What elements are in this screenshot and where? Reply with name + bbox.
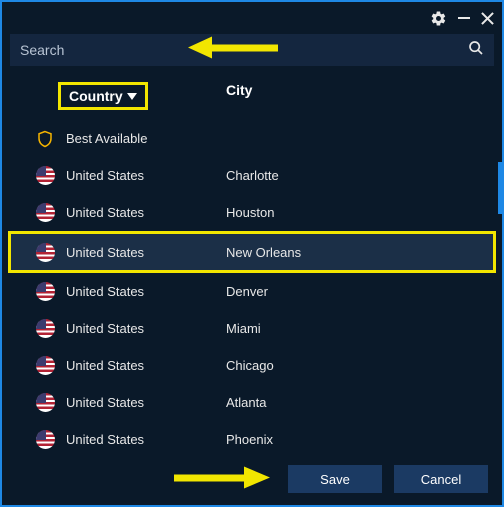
row-city-label: Chicago: [226, 358, 494, 373]
scrollbar-thumb[interactable]: [498, 162, 502, 214]
row-city-label: Atlanta: [226, 395, 494, 410]
row-city-label: Denver: [226, 284, 494, 299]
flag-icon: [2, 430, 66, 449]
server-row[interactable]: United StatesChicago: [2, 347, 502, 384]
flag-icon: [11, 243, 66, 262]
annotation-country-highlight: Country: [58, 82, 148, 110]
row-city-label: Charlotte: [226, 168, 494, 183]
column-headers: Country City: [2, 66, 502, 120]
country-header-label: Country: [69, 88, 123, 104]
server-list: Best AvailableUnited StatesCharlotteUnit…: [2, 120, 502, 455]
row-country-label: United States: [66, 168, 226, 183]
row-city-label: Phoenix: [226, 432, 494, 447]
server-row[interactable]: Best Available: [2, 120, 502, 157]
search-input[interactable]: [20, 42, 468, 58]
header-flag-col: [2, 82, 66, 110]
server-row[interactable]: United StatesMiami: [2, 310, 502, 347]
annotation-arrow-save: [174, 467, 270, 494]
flag-icon: [2, 356, 66, 375]
search-icon[interactable]: [468, 40, 484, 61]
gear-icon[interactable]: [430, 10, 447, 27]
sort-dropdown-icon: [127, 88, 137, 104]
row-country-label: Best Available: [66, 131, 226, 146]
row-country-label: United States: [66, 395, 226, 410]
save-button[interactable]: Save: [288, 465, 382, 493]
flag-icon: [2, 166, 66, 185]
row-country-label: United States: [66, 205, 226, 220]
city-header[interactable]: City: [226, 82, 502, 110]
minimize-icon[interactable]: [457, 11, 471, 25]
row-city-label: New Orleans: [226, 245, 485, 260]
close-icon[interactable]: [481, 12, 494, 25]
app-window: Country City Best Available United States…: [0, 0, 504, 507]
row-country-label: United States: [66, 284, 226, 299]
flag-icon: [2, 282, 66, 301]
row-country-label: United States: [66, 358, 226, 373]
server-row[interactable]: United StatesNew Orleans: [8, 231, 496, 273]
search-bar[interactable]: [10, 34, 494, 66]
row-country-label: United States: [66, 245, 226, 260]
server-row[interactable]: United StatesPhoenix: [2, 421, 502, 455]
row-city-label: Houston: [226, 205, 494, 220]
cancel-button[interactable]: Cancel: [394, 465, 488, 493]
server-row[interactable]: United StatesDenver: [2, 273, 502, 310]
server-row[interactable]: United StatesAtlanta: [2, 384, 502, 421]
flag-icon: [2, 203, 66, 222]
server-row[interactable]: United StatesCharlotte: [2, 157, 502, 194]
flag-icon: [2, 319, 66, 338]
shield-icon: [2, 129, 66, 149]
row-city-label: Miami: [226, 321, 494, 336]
country-header[interactable]: Country: [66, 82, 226, 110]
server-row[interactable]: United StatesHouston: [2, 194, 502, 231]
footer: Save Cancel: [2, 455, 502, 505]
city-header-label: City: [226, 82, 252, 98]
row-country-label: United States: [66, 321, 226, 336]
flag-icon: [2, 393, 66, 412]
row-country-label: United States: [66, 432, 226, 447]
titlebar: [2, 2, 502, 34]
